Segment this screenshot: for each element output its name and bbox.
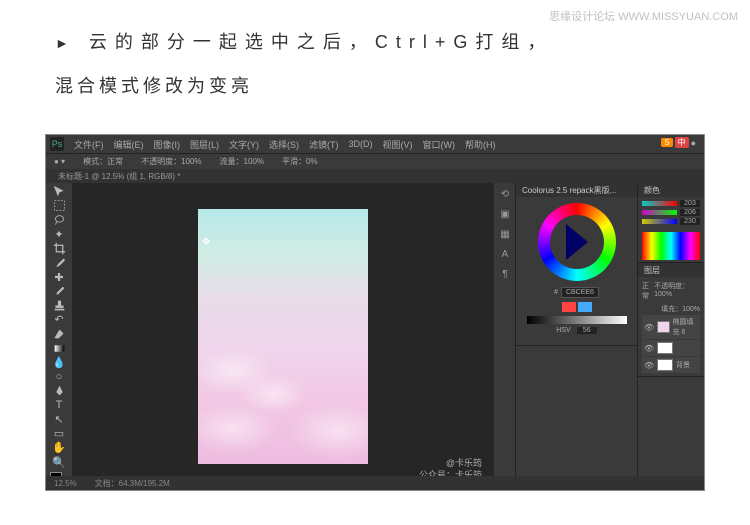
r-value[interactable]: 203 [680,200,700,207]
eye-icon[interactable]: 👁 [644,323,654,332]
hand-tool[interactable]: ✋ [48,441,70,454]
history-brush-tool[interactable]: ↶ [48,313,70,326]
watermark: 思缘设计论坛 WWW.MISSYUAN.COM [549,8,738,24]
marquee-tool[interactable] [48,199,70,212]
menu-file[interactable]: 文件(F) [74,138,104,151]
cursor-icon: ✥ [202,237,210,248]
layer-name: 椭圆填充 6 [673,317,698,337]
layer-row[interactable]: 👁 背景 [642,357,700,373]
layers-tab[interactable]: 图层 [638,263,704,277]
spectrum-picker[interactable] [642,232,700,260]
lasso-tool[interactable] [48,213,70,226]
healing-tool[interactable]: ✚ [48,270,70,283]
swatch-2[interactable] [578,302,592,312]
g-slider[interactable] [642,210,677,215]
menu-window[interactable]: 窗口(W) [423,138,456,151]
instruction-line2: 混合模式修改为变亮 [55,72,695,98]
layer-fill[interactable]: 填充：100% [661,306,700,313]
eyedropper-tool[interactable] [48,256,70,269]
status-bar: 12.5% 文档：64.3M/195.2M [46,476,704,490]
eye-icon[interactable]: 👁 [644,344,654,353]
menu-image[interactable]: 图像(I) [154,138,181,151]
para-icon[interactable]: ¶ [496,265,514,283]
hex-input[interactable]: CBCEE6 [561,287,599,298]
history-icon[interactable]: ⟲ [496,185,514,203]
b-slider[interactable] [642,219,677,224]
blur-tool[interactable]: 💧 [48,356,70,369]
pen-tool[interactable] [48,384,70,397]
crop-tool[interactable] [48,242,70,255]
layer-opacity[interactable]: 不透明度：100% [654,281,700,301]
instruction-line1: 云的部分一起选中之后，Ctrl+G打组， [89,32,554,52]
color-triangle[interactable] [566,224,588,260]
layer-row[interactable]: 👁 [642,340,700,356]
hsv-label: HSV [556,327,570,334]
menu-edit[interactable]: 编辑(E) [114,138,144,151]
opt-opacity[interactable]: 不透明度：100% [141,156,201,167]
opt-mode-value[interactable]: 正常 [107,157,123,166]
layer-row[interactable]: 👁 椭圆填充 6 [642,315,700,339]
document-tab[interactable]: 未标题-1 @ 12.5% (组 1, RGB/8) * [58,171,180,182]
options-bar: ● ▾ 模式：正常 不透明度：100% 流量：100% 平滑：0% [46,153,704,169]
shape-tool[interactable]: ▭ [48,427,70,440]
color-tab[interactable]: 颜色 [638,183,704,197]
collapsed-panels: ⟲ ▣ ▦ A ¶ [494,183,516,490]
swatch-1[interactable] [562,302,576,312]
menu-3d[interactable]: 3D(D) [349,139,373,149]
menu-help[interactable]: 帮助(H) [465,138,496,151]
ps-logo-icon[interactable]: Ps [50,137,64,151]
document-tab-bar: 未标题-1 @ 12.5% (组 1, RGB/8) * [46,169,704,183]
opt-smooth[interactable]: 平滑：0% [282,156,318,167]
photoshop-window: Ps 文件(F) 编辑(E) 图像(I) 图层(L) 文字(Y) 选择(S) 滤… [46,135,704,490]
brush-preset-icon[interactable]: ● ▾ [54,157,65,166]
hash-icon: # [554,289,558,296]
color-wheel-panel: #CBCEE6 HSV 56 [516,197,637,345]
grayscale-bar[interactable] [527,316,627,324]
menu-type[interactable]: 文字(Y) [229,138,259,151]
eye-icon[interactable]: 👁 [644,361,654,370]
menubar: Ps 文件(F) 编辑(E) 图像(I) 图层(L) 文字(Y) 选择(S) 滤… [46,135,704,153]
opt-flow[interactable]: 流量：100% [220,156,264,167]
swatches-icon[interactable]: ▦ [496,225,514,243]
right-panels: ⟲ ▣ ▦ A ¶ Coolorus 2.5 repack黑版... #CBCE… [494,183,704,490]
menu-view[interactable]: 视图(V) [383,138,413,151]
menu-select[interactable]: 选择(S) [269,138,299,151]
gradient-tool[interactable] [48,342,70,355]
g-value[interactable]: 206 [680,209,700,216]
canvas-area[interactable]: ✥ @卡乐筠公众号：卡乐筠 [72,183,494,490]
blend-mode-select[interactable]: 正常 [642,281,654,301]
zoom-level[interactable]: 12.5% [54,479,77,488]
s-value[interactable]: 56 [577,327,597,334]
opt-mode-label: 模式： [83,157,107,166]
doc-size: 文档：64.3M/195.2M [95,478,170,489]
magic-wand-tool[interactable]: ✦ [48,228,70,241]
menu-layer[interactable]: 图层(L) [190,138,219,151]
r-slider[interactable] [642,201,677,206]
eraser-tool[interactable] [48,327,70,340]
ime-lang[interactable]: 中 [675,137,689,148]
ime-dot-icon: ● [691,138,696,148]
dodge-tool[interactable]: ○ [48,370,70,383]
layer-name: 背景 [676,360,690,370]
stamp-tool[interactable] [48,299,70,312]
brush-tool[interactable] [48,285,70,298]
move-tool[interactable] [48,185,70,198]
menu-filter[interactable]: 滤镜(T) [309,138,339,151]
brush-preset-icon[interactable]: ▣ [496,205,514,223]
type-tool[interactable]: T [48,399,70,412]
ime-badge[interactable]: S [661,138,672,147]
tools-panel: ✦ ✚ ↶ 💧 ○ T ↖ ▭ ✋ 🔍 [46,183,72,490]
char-icon[interactable]: A [496,245,514,263]
b-value[interactable]: 230 [680,218,700,225]
color-wheel[interactable] [538,203,616,281]
zoom-tool[interactable]: 🔍 [48,455,70,468]
canvas[interactable]: ✥ [198,209,368,464]
path-tool[interactable]: ↖ [48,413,70,426]
coolorus-tab[interactable]: Coolorus 2.5 repack黑版... [516,183,637,197]
ime-indicator: S 中 ● [661,137,696,148]
bullet-icon: ► [55,35,77,51]
